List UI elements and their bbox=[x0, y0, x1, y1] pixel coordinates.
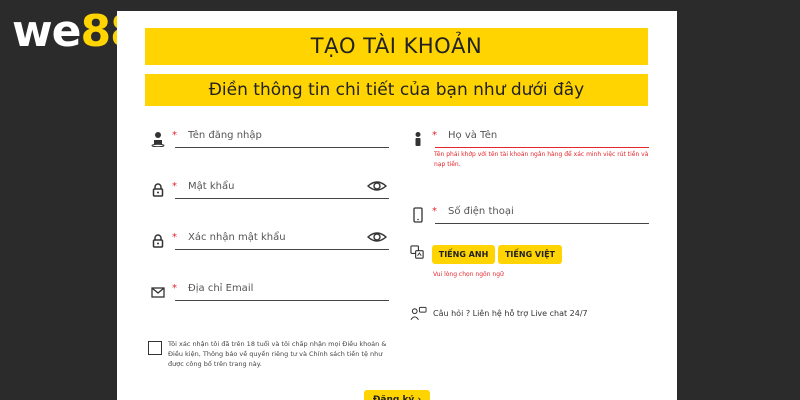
required-mark: * bbox=[172, 130, 177, 141]
username-placeholder: Tên đăng nhập bbox=[188, 130, 262, 141]
eye-icon[interactable] bbox=[367, 229, 387, 245]
user-icon bbox=[151, 132, 165, 147]
lock-icon bbox=[152, 183, 164, 197]
required-mark: * bbox=[172, 181, 177, 192]
required-mark: * bbox=[172, 283, 177, 294]
phone-underline bbox=[435, 223, 649, 224]
confirm-password-placeholder: Xác nhận mật khẩu bbox=[188, 232, 286, 243]
logo-text-we: we bbox=[12, 6, 81, 57]
eye-icon[interactable] bbox=[367, 178, 387, 194]
lock-icon bbox=[152, 234, 164, 248]
phone-field[interactable]: * Số điện thoại bbox=[411, 203, 649, 231]
translate-icon bbox=[410, 245, 424, 259]
password-underline bbox=[175, 198, 389, 199]
email-placeholder: Địa chỉ Email bbox=[188, 283, 254, 294]
password-field[interactable]: * Mật khẩu bbox=[151, 178, 389, 206]
username-field[interactable]: * Tên đăng nhập bbox=[151, 127, 389, 155]
register-submit-button[interactable]: Đăng ký › bbox=[364, 390, 430, 400]
phone-icon bbox=[413, 207, 423, 223]
fullname-underline bbox=[435, 147, 649, 148]
required-mark: * bbox=[432, 206, 437, 217]
person-icon bbox=[415, 132, 421, 146]
phone-placeholder: Số điện thoại bbox=[448, 206, 514, 217]
username-underline bbox=[175, 147, 389, 148]
password-placeholder: Mật khẩu bbox=[188, 181, 235, 192]
mail-icon bbox=[151, 287, 165, 298]
register-panel: TẠO TÀI KHOẢN Điền thông tin chi tiết củ… bbox=[117, 11, 677, 400]
page-subtitle: Điền thông tin chi tiết của bạn như dưới… bbox=[145, 74, 648, 106]
lang-english-button[interactable]: TIẾNG ANH bbox=[432, 245, 495, 264]
support-icon[interactable] bbox=[410, 306, 427, 322]
confirm-password-field[interactable]: * Xác nhận mật khẩu bbox=[151, 229, 389, 257]
email-underline bbox=[175, 300, 389, 301]
page-title: TẠO TÀI KHOẢN bbox=[145, 28, 648, 65]
required-mark: * bbox=[172, 232, 177, 243]
confirm-password-underline bbox=[175, 249, 389, 250]
language-error: Vui lòng chọn ngôn ngữ bbox=[433, 271, 504, 278]
lang-vietnamese-button[interactable]: TIẾNG VIỆT bbox=[498, 245, 562, 264]
required-mark: * bbox=[432, 130, 437, 141]
fullname-placeholder: Họ và Tên bbox=[448, 130, 498, 141]
terms-text: Tôi xác nhận tôi đã trên 18 tuổi và tôi … bbox=[168, 340, 387, 368]
fullname-note: Tên phải khớp với tên tài khoản ngân hàn… bbox=[434, 151, 649, 168]
email-field[interactable]: * Địa chỉ Email bbox=[151, 280, 389, 308]
terms-checkbox[interactable] bbox=[148, 341, 162, 355]
help-live-chat-link[interactable]: Câu hỏi ? Liên hệ hỗ trợ Live chat 24/7 bbox=[433, 309, 588, 318]
